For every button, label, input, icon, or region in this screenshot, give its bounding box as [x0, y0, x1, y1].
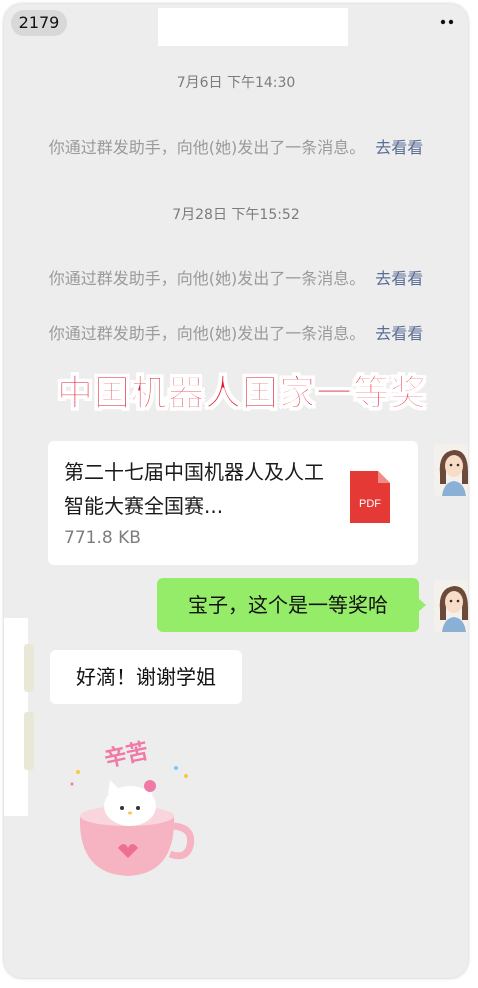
avatar[interactable] — [24, 712, 34, 770]
overlay-banner-text: 中国机器人国家一等奖 — [56, 373, 427, 415]
more-icon[interactable] — [436, 12, 458, 32]
chat-title-masked — [158, 8, 348, 46]
file-size: 771.8 KB — [64, 528, 141, 548]
view-link[interactable]: 去看看 — [375, 138, 423, 157]
sticker-image[interactable]: 辛苦 — [58, 724, 198, 884]
avatar[interactable] — [434, 444, 468, 496]
sticker-caption: 辛苦 — [102, 738, 150, 773]
pdf-label: PDF — [359, 498, 381, 510]
chat-window: 2179 7月6日 下午14:30 你通过群发助手，向他(她)发出了一条消息。去… — [4, 4, 468, 978]
unread-count-badge[interactable]: 2179 — [11, 10, 67, 36]
file-name: 第二十七届中国机器人及人工智能大赛全国赛... — [64, 460, 324, 518]
timestamp: 7月28日 下午15:52 — [172, 207, 300, 223]
sent-message-bubble[interactable]: 宝子，这个是一等奖哈 — [157, 578, 426, 632]
view-link[interactable]: 去看看 — [375, 269, 423, 288]
timestamp: 7月6日 下午14:30 — [176, 75, 296, 91]
system-message-text: 你通过群发助手，向他(她)发出了一条消息。 — [48, 324, 366, 343]
unread-count: 2179 — [18, 13, 60, 32]
system-message-text: 你通过群发助手，向他(她)发出了一条消息。 — [48, 269, 366, 288]
system-message: 你通过群发助手，向他(她)发出了一条消息。 去看看 — [4, 320, 468, 344]
received-message-bubble[interactable]: 好滴！谢谢学姐 — [50, 650, 242, 704]
avatar[interactable] — [24, 644, 34, 692]
pdf-file-icon: PDF — [350, 471, 390, 523]
system-message: 你通过群发助手，向他(她)发出了一条消息。 去看看 — [4, 265, 468, 289]
received-message-text: 好滴！谢谢学姐 — [76, 665, 216, 689]
system-message: 你通过群发助手，向他(她)发出了一条消息。 去看看 — [4, 134, 468, 158]
file-message-card[interactable]: 第二十七届中国机器人及人工智能大赛全国赛... 771.8 KB PDF — [48, 441, 418, 565]
avatar[interactable] — [434, 580, 468, 632]
sent-message-text: 宝子，这个是一等奖哈 — [188, 593, 388, 617]
system-message-text: 你通过群发助手，向他(她)发出了一条消息。 — [48, 138, 366, 157]
view-link[interactable]: 去看看 — [375, 324, 423, 343]
